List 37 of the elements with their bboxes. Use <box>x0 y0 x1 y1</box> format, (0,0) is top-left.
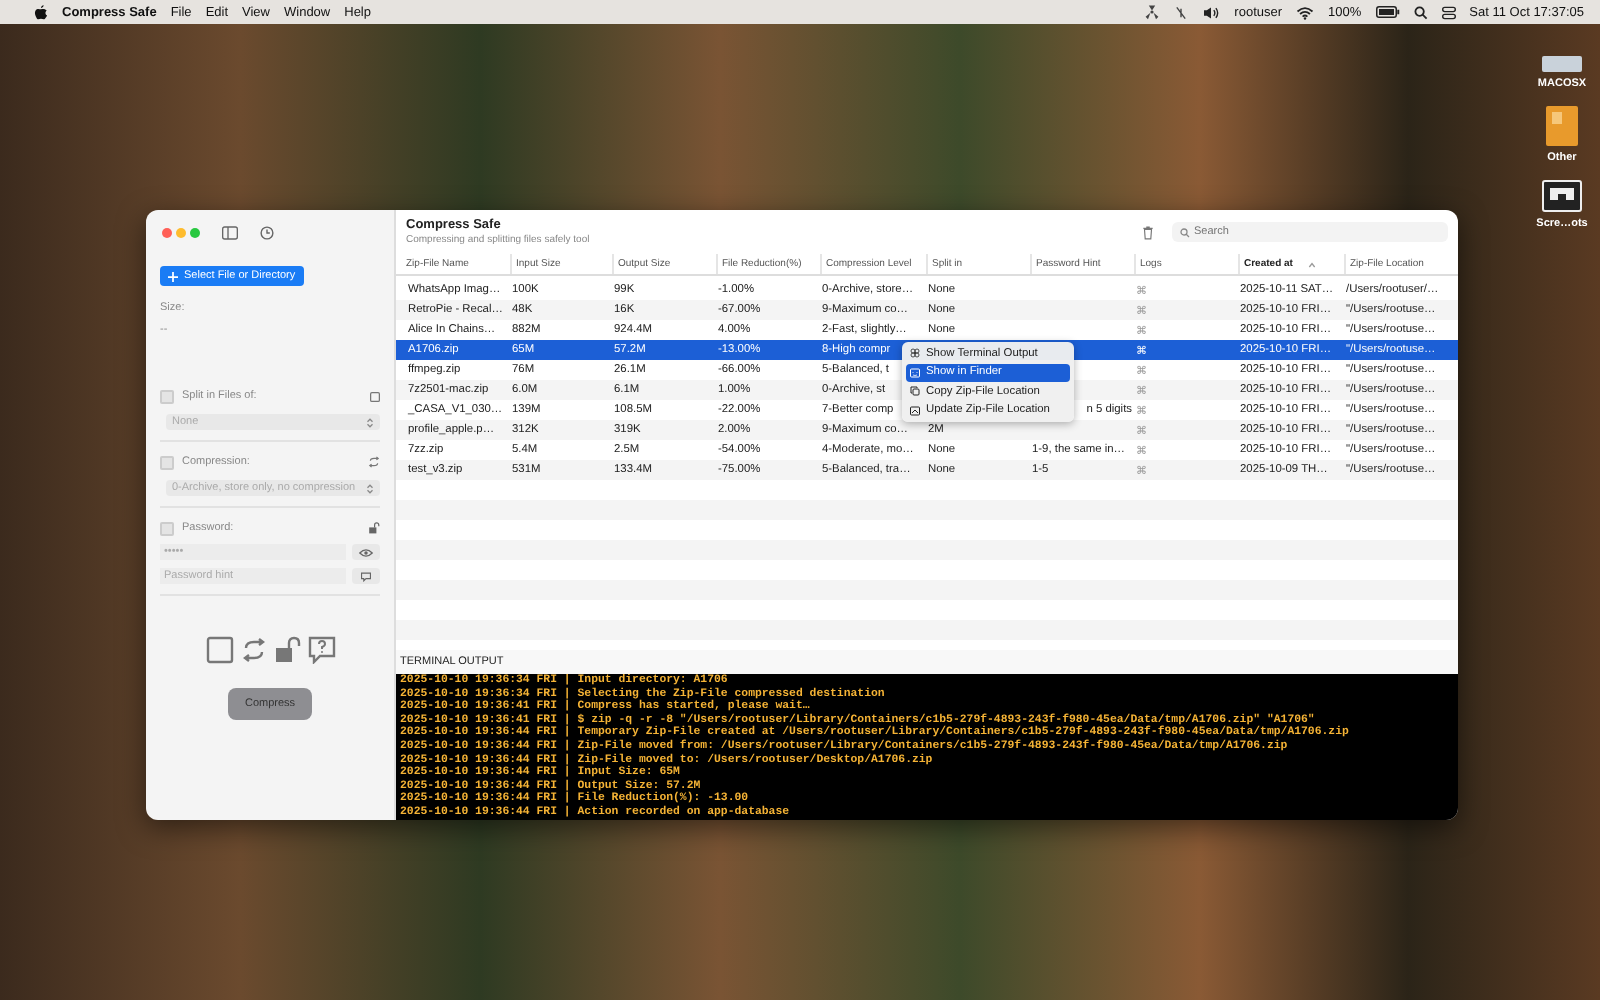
cycle-icon <box>239 636 267 664</box>
search-icon <box>1180 227 1190 237</box>
apple-logo-icon[interactable] <box>34 4 48 20</box>
plus-icon <box>168 271 178 281</box>
clock-icon[interactable] <box>260 225 274 239</box>
chevron-icon <box>366 417 374 427</box>
copy-icon <box>910 386 920 397</box>
search-icon[interactable] <box>1413 5 1428 19</box>
speech-bubble-icon <box>360 571 372 581</box>
square-icon <box>205 636 233 664</box>
control-center-icon[interactable] <box>1441 5 1456 19</box>
lock-icon <box>368 522 380 534</box>
radiation-icon[interactable] <box>1144 4 1161 20</box>
checkbox[interactable] <box>160 389 174 403</box>
show-password-button[interactable] <box>352 544 380 560</box>
volume-icon[interactable] <box>1202 5 1221 19</box>
screenshot-icon[interactable] <box>1542 180 1582 212</box>
sidebar-toggle-icon[interactable] <box>222 225 238 239</box>
sort-caret-icon <box>1308 261 1317 267</box>
lock-icon <box>273 636 301 664</box>
speech-bubble-question-icon <box>307 636 335 664</box>
wifi-icon[interactable] <box>1296 5 1315 19</box>
chevron-icon <box>366 483 374 493</box>
slashed-icon[interactable] <box>1174 5 1189 19</box>
smiley-window-icon <box>910 367 920 378</box>
command-icon <box>910 348 920 359</box>
hint-button[interactable] <box>352 568 380 584</box>
square-icon <box>370 391 380 401</box>
battery-icon[interactable] <box>1375 6 1400 18</box>
close-button[interactable] <box>162 227 172 237</box>
cycle-icon <box>368 456 380 468</box>
checkbox[interactable] <box>160 455 174 469</box>
trash-icon[interactable] <box>1142 225 1154 239</box>
drive-icon[interactable] <box>1541 56 1582 72</box>
image-icon <box>910 405 920 416</box>
checkbox[interactable] <box>160 521 174 535</box>
eye-icon <box>358 547 374 557</box>
